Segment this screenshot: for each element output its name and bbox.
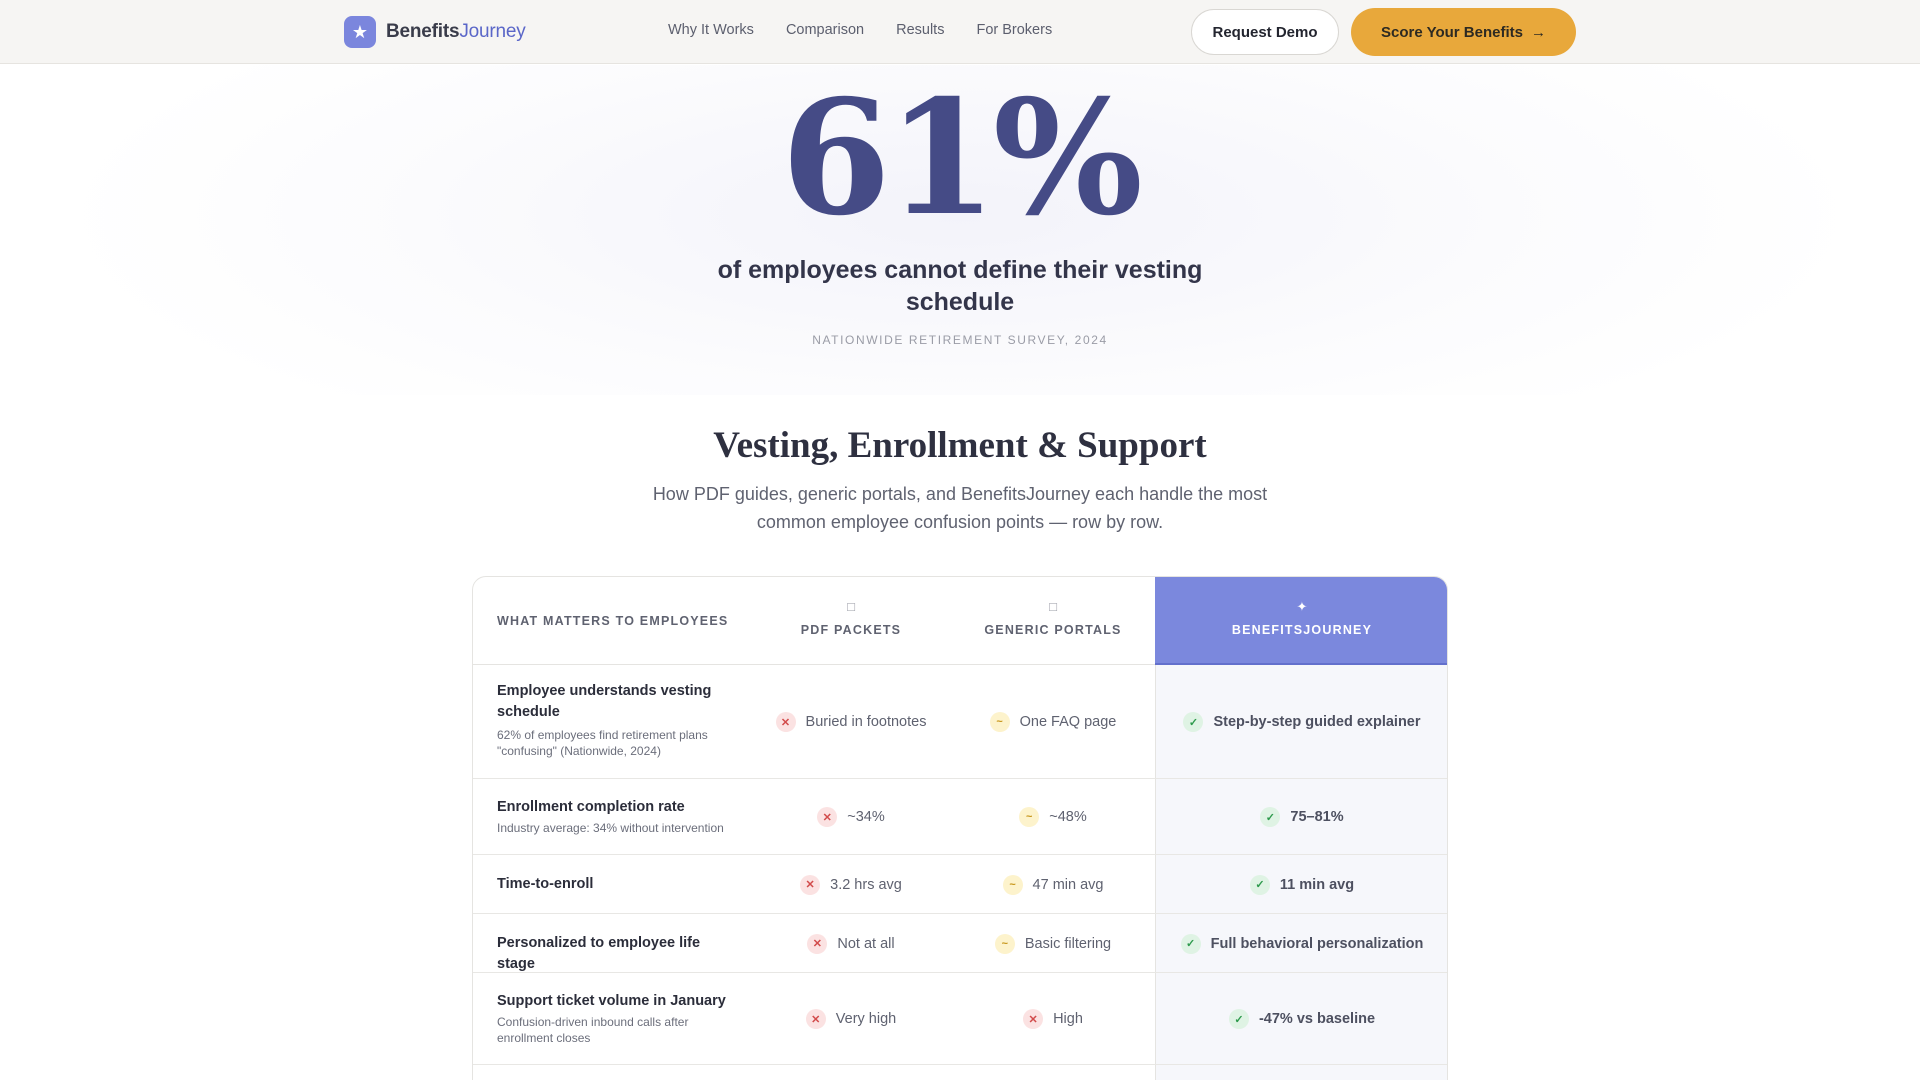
row-title: Personalized to employee life stage	[497, 935, 701, 972]
cell-portal: ✕ High	[951, 973, 1155, 1065]
cell-portal: ~ 47 min avg	[951, 855, 1155, 914]
nav-link-why-it-works[interactable]: Why It Works	[668, 22, 754, 38]
section-title: Vesting, Enrollment & Support	[713, 425, 1207, 466]
cell-text: Step-by-step guided explainer	[1213, 714, 1421, 730]
row-note: Industry average: 34% without interventi…	[497, 821, 724, 835]
nav-links: Why It Works Comparison Results For Brok…	[668, 22, 1052, 38]
cross-icon: ✕	[817, 807, 838, 827]
row-label: Time-to-enroll	[497, 874, 732, 895]
score-benefits-label: Score Your Benefits	[1381, 23, 1523, 41]
hero-source: NATIONWIDE RETIREMENT SURVEY, 2024	[812, 333, 1108, 347]
cell-text: ~34%	[847, 809, 885, 825]
table-row: Personalized to employee life stage ✕ No…	[473, 914, 1447, 975]
nav-link-results[interactable]: Results	[896, 22, 944, 38]
cell-text: High	[1053, 1011, 1083, 1027]
row-title: Time-to-enroll	[497, 876, 594, 892]
table-row: Employee understands vesting schedule 62…	[473, 665, 1447, 779]
section-subtitle: How PDF guides, generic portals, and Ben…	[652, 484, 1268, 532]
header-generic-portals: □ GENERIC PORTALS	[951, 577, 1155, 665]
cell-pdf: ✕ Very high	[751, 973, 951, 1065]
logo-text: BenefitsJourney	[386, 21, 526, 42]
cell-text: Not at all	[837, 935, 895, 952]
cell-portal: ~ ~48%	[951, 779, 1155, 855]
row-label: Support ticket volume in January Confusi…	[497, 991, 732, 1046]
tilde-icon: ~	[989, 712, 1010, 732]
header-label: PDF PACKETS	[800, 623, 902, 637]
cross-icon: ✕	[775, 712, 796, 732]
cell-benefitsjourney: ✓ 75–81%	[1155, 779, 1447, 855]
table-row: Time-to-enroll ✕ 3.2 hrs avg ~ 47 min av…	[473, 855, 1447, 914]
check-icon: ✓	[1249, 874, 1270, 895]
cell-pdf: ✕ ~34%	[751, 779, 951, 855]
header-what-matters: WHAT MATTERS TO EMPLOYEES	[497, 614, 729, 628]
row-title: Employee understands vesting schedule	[497, 683, 712, 720]
row-label: Personalized to employee life stage	[497, 933, 732, 975]
row-label: Enrollment completion rate Industry aver…	[497, 797, 732, 836]
cell-pdf: ✕ Not at all	[751, 914, 951, 973]
row-note: Confusion-driven inbound calls after enr…	[497, 1015, 689, 1045]
request-demo-button[interactable]: Request Demo	[1191, 9, 1339, 55]
cell-benefitsjourney: ✓ Full behavioral personalization	[1155, 914, 1447, 973]
cell-benefitsjourney: ✓ -47% vs baseline	[1155, 973, 1447, 1065]
row-title: Enrollment completion rate	[497, 799, 685, 815]
hero-stat: 61%	[780, 66, 1143, 251]
cell-text: -47% vs baseline	[1258, 1011, 1376, 1027]
check-icon: ✓	[1183, 712, 1204, 732]
cell-benefitsjourney: ✓ 11 min avg	[1155, 855, 1447, 914]
document-icon: □	[847, 599, 855, 614]
cell-text: Basic filtering	[1024, 935, 1112, 952]
nav-link-comparison[interactable]: Comparison	[786, 22, 864, 38]
cell-text: 75–81%	[1290, 809, 1344, 825]
header-label: BENEFITSJOURNEY	[1231, 623, 1373, 637]
check-icon: ✓	[1180, 933, 1201, 954]
score-benefits-button[interactable]: Score Your Benefits →	[1351, 8, 1576, 56]
tilde-icon: ~	[1019, 807, 1040, 827]
cell-text: 11 min avg	[1279, 876, 1355, 893]
cell-text: Buried in footnotes	[805, 714, 927, 730]
portal-icon: □	[1049, 599, 1057, 614]
cell-text: 47 min avg	[1032, 876, 1104, 893]
arrow-right-icon: →	[1531, 23, 1546, 41]
cell-text: Full behavioral personalization	[1210, 935, 1424, 952]
nav-link-for-brokers[interactable]: For Brokers	[976, 22, 1052, 38]
cell-text: Very high	[835, 1011, 897, 1027]
hero-caption: of employees cannot define their vesting…	[717, 256, 1203, 316]
sparkle-icon: ✦	[1296, 599, 1308, 614]
check-icon: ✓	[1260, 807, 1281, 827]
cross-icon: ✕	[805, 1009, 826, 1029]
star-icon: ★	[344, 16, 376, 48]
tilde-icon: ~	[994, 933, 1015, 954]
check-icon: ✓	[1228, 1009, 1249, 1029]
row-title: Support ticket volume in January	[497, 993, 726, 1009]
cross-icon: ✕	[800, 874, 821, 895]
header-benefitsjourney: ✦ BENEFITSJOURNEY	[1155, 577, 1447, 665]
logo[interactable]: ★ BenefitsJourney	[344, 16, 526, 48]
cell-pdf: ✕ 3.2 hrs avg	[751, 855, 951, 914]
table-row: Enrollment completion rate Industry aver…	[473, 779, 1447, 855]
cross-icon: ✕	[807, 933, 828, 954]
cell-benefitsjourney: ✓ Step-by-step guided explainer	[1155, 665, 1447, 779]
cell-portal: ~ One FAQ page	[951, 665, 1155, 779]
header-pdf-packets: □ PDF PACKETS	[751, 577, 951, 665]
table-header: WHAT MATTERS TO EMPLOYEES □ PDF PACKETS …	[473, 577, 1447, 665]
cell-text: ~48%	[1049, 809, 1087, 825]
row-note: 62% of employees find retirement plans "…	[497, 728, 708, 758]
table-row: Support ticket volume in January Confusi…	[473, 973, 1447, 1065]
tilde-icon: ~	[1002, 874, 1023, 895]
cell-pdf: ✕ Buried in footnotes	[751, 665, 951, 779]
cross-icon: ✕	[1023, 1009, 1044, 1029]
comparison-table: WHAT MATTERS TO EMPLOYEES □ PDF PACKETS …	[472, 576, 1448, 1080]
cell-text: One FAQ page	[1019, 714, 1117, 730]
row-label: Employee understands vesting schedule 62…	[497, 681, 732, 759]
top-nav: ★ BenefitsJourney Why It Works Compariso…	[0, 0, 1920, 64]
header-label: GENERIC PORTALS	[984, 623, 1122, 637]
cell-text: 3.2 hrs avg	[830, 876, 902, 893]
cell-portal: ~ Basic filtering	[951, 914, 1155, 973]
